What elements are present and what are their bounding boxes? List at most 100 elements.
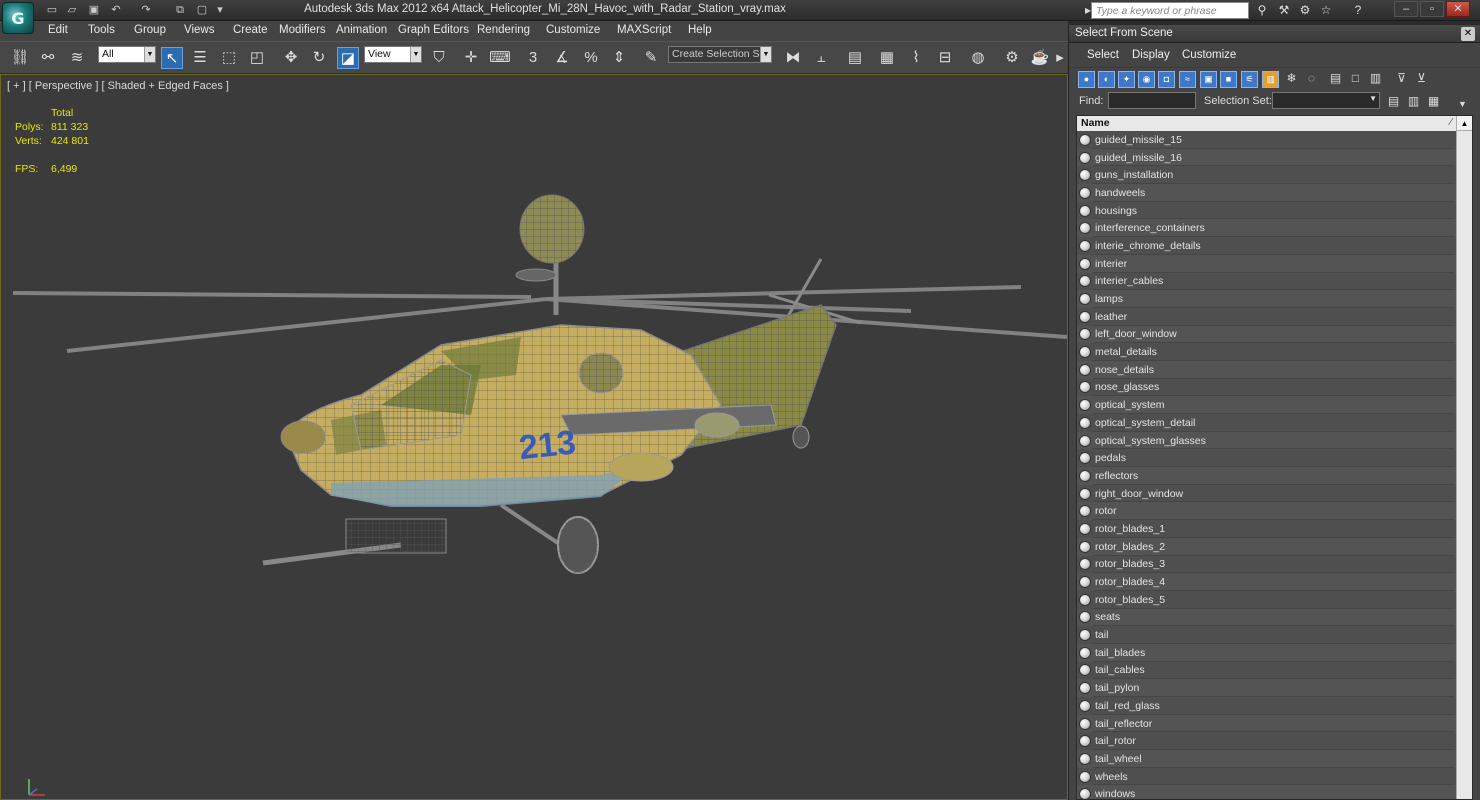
object-list-item[interactable]: tail_reflector [1077,714,1472,733]
minimize-button[interactable]: – [1394,1,1418,17]
viewport-label[interactable]: [ + ] [ Perspective ] [ Shaded + Edged F… [7,80,229,92]
display-helpers-icon[interactable]: ◘ [1158,71,1175,88]
display-none-icon[interactable]: □ [1347,71,1364,88]
material-editor-icon[interactable]: ◍ [967,47,989,69]
select-and-manipulate-icon[interactable]: ✛ [460,47,482,69]
object-list-item[interactable]: interie_chrome_details [1077,237,1472,255]
display-containers-icon[interactable]: ▥ [1262,71,1279,88]
object-list-item[interactable]: tail_red_glass [1077,697,1472,715]
display-geometry-icon[interactable]: ● [1078,71,1095,88]
object-list-item[interactable]: right_door_window [1077,484,1472,503]
dialog-options-icon[interactable]: ▼ [1454,97,1471,114]
object-list-item[interactable]: rotor_blades_2 [1077,537,1472,556]
menu-maxscript[interactable]: MAXScript [617,24,671,36]
mirror-icon[interactable]: ⧓ [782,47,804,69]
close-button[interactable]: ✕ [1446,1,1470,17]
schematic-view-icon[interactable]: ⊟ [934,47,956,69]
bind-to-space-warp-icon[interactable]: ≋ [66,47,88,69]
display-bones-icon[interactable]: ⚟ [1241,71,1258,88]
selection-filter-dropdown[interactable]: All ▼ [98,46,156,63]
select-all-icon[interactable]: ▤ [1385,94,1402,111]
menu-modifiers[interactable]: Modifiers [279,24,326,36]
object-list-item[interactable]: rotor_blades_4 [1077,573,1472,591]
keyboard-shortcut-override-icon[interactable]: ⌨ [489,47,511,69]
object-list-item[interactable]: tail_wheel [1077,750,1472,768]
object-list-item[interactable]: nose_glasses [1077,378,1472,397]
object-list-item[interactable]: guided_missile_16 [1077,148,1472,167]
render-setup-icon[interactable]: ⚙ [1001,47,1023,69]
display-all-icon[interactable]: ▤ [1327,71,1344,88]
display-lights-icon[interactable]: ✦ [1118,71,1135,88]
dialog-close-button[interactable]: ✕ [1461,27,1475,41]
align-icon[interactable]: ⫠ [810,47,832,69]
layer-manager-icon[interactable]: ▤ [844,47,866,69]
helicopter-model[interactable]: 213 [1,75,1067,799]
spinner-snap-icon[interactable]: ⇕ [608,47,630,69]
select-by-name-icon[interactable]: ☰ [189,47,211,69]
menu-edit[interactable]: Edit [48,24,68,36]
select-and-scale-icon[interactable]: ◪ [337,47,359,69]
object-list-item[interactable]: windows [1077,785,1472,799]
menu-animation[interactable]: Animation [336,24,387,36]
object-list-item[interactable]: optical_system_detail [1077,414,1472,432]
object-list-item[interactable]: tail_pylon [1077,679,1472,697]
angle-snap-icon[interactable]: ∡ [551,47,573,69]
pivot-center-icon[interactable]: ⛉ [428,47,450,69]
display-groups-icon[interactable]: ▣ [1200,71,1217,88]
menu-views[interactable]: Views [184,24,214,36]
object-list-item[interactable]: tail [1077,626,1472,644]
display-hidden-icon[interactable]: ◌ [1303,71,1320,88]
dialog-menu-display[interactable]: Display [1132,49,1170,61]
object-list-item[interactable]: seats [1077,608,1472,627]
subscription-icon[interactable]: ⚒ [1276,3,1292,18]
select-invert-icon[interactable]: ▦ [1425,94,1442,111]
selection-set-dropdown[interactable]: ▼ [1272,92,1380,109]
display-frozen-icon[interactable]: ❄ [1283,71,1300,88]
binoculars-icon[interactable]: ⚲ [1254,3,1270,18]
menu-customize[interactable]: Customize [546,24,600,36]
select-and-link-icon[interactable]: ⛓ [9,47,31,69]
display-space-warps-icon[interactable]: ≈ [1179,71,1196,88]
object-list-item[interactable]: interier [1077,254,1472,273]
object-list-item[interactable]: tail_cables [1077,661,1472,680]
object-list-item[interactable]: left_door_window [1077,325,1472,344]
display-xrefs-icon[interactable]: ■ [1220,71,1237,88]
object-list-item[interactable]: metal_details [1077,343,1472,361]
object-list-item[interactable]: housings [1077,201,1472,220]
object-list-item[interactable]: leather [1077,307,1472,326]
object-list-item[interactable]: optical_system_glasses [1077,431,1472,450]
snaps-toggle-icon[interactable]: 3 [522,47,544,69]
object-list-item[interactable]: tail_rotor [1077,732,1472,751]
graphite-ribbon-icon[interactable]: ▦ [876,47,898,69]
select-and-rotate-icon[interactable]: ↻ [308,47,330,69]
object-list-item[interactable]: rotor_blades_1 [1077,520,1472,538]
object-list-item[interactable]: lamps [1077,290,1472,308]
object-list-item[interactable]: rotor_blades_5 [1077,590,1472,609]
object-list-item[interactable]: interference_containers [1077,219,1472,238]
edit-named-selection-icon[interactable]: ✎ [640,47,662,69]
search-input[interactable]: Type a keyword or phrase [1091,2,1249,19]
object-list-item[interactable]: guns_installation [1077,166,1472,185]
object-list-item[interactable]: tail_blades [1077,643,1472,662]
communication-icon[interactable]: ⚙ [1297,3,1313,18]
select-none-icon[interactable]: ▥ [1405,94,1422,111]
perspective-viewport[interactable]: 213 [ + ] [ Perspective ] [ Shaded + Edg… [0,74,1068,800]
menu-help[interactable]: Help [688,24,712,36]
object-list-item[interactable]: rotor [1077,502,1472,521]
object-list-item[interactable]: nose_details [1077,360,1472,379]
select-and-move-icon[interactable]: ✥ [280,47,302,69]
menu-group[interactable]: Group [134,24,166,36]
select-object-icon[interactable]: ↖ [161,47,183,69]
object-list[interactable]: Name ⁄ guided_missile_15 guided_missile_1… [1076,115,1473,800]
name-column-header[interactable]: Name ⁄ [1077,116,1472,131]
named-selection-set-dropdown[interactable]: Create Selection Se ▼ [668,46,772,63]
app-logo[interactable]: G [2,2,34,34]
percent-snap-icon[interactable]: % [580,47,602,69]
window-crossing-icon[interactable]: ◰ [246,47,268,69]
object-list-item[interactable]: reflectors [1077,467,1472,485]
display-shapes-icon[interactable]: ◐ [1098,71,1115,88]
curve-editor-icon[interactable]: ⌇ [905,47,927,69]
object-list-item[interactable]: guided_missile_15 [1077,131,1472,149]
scroll-up-arrow-icon[interactable]: ▲ [1457,116,1472,131]
find-input[interactable] [1108,92,1196,109]
